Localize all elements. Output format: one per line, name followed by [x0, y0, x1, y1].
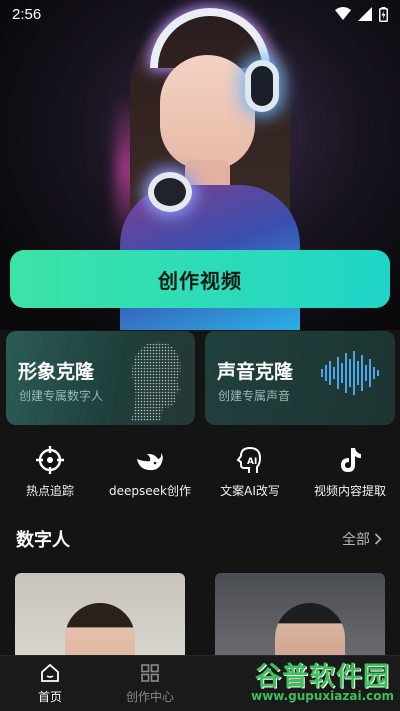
tab-home[interactable]: 首页	[0, 656, 100, 711]
create-video-label: 创作视频	[158, 270, 242, 293]
card-subtitle: 创建专属声音	[218, 389, 291, 403]
watermark-title: 谷普软件园	[255, 662, 391, 692]
person-image	[275, 603, 345, 663]
neck-headphone	[148, 172, 192, 212]
tool-row: 热点追踪 deepseek创作 AI 文案AI改写 视频内容提取	[0, 445, 400, 499]
status-icons	[335, 6, 388, 22]
wifi-icon	[335, 7, 351, 20]
section-title: 数字人	[16, 530, 70, 551]
tab-label: 首页	[37, 690, 62, 704]
tiktok-icon	[341, 448, 361, 472]
tool-label: 视频内容提取	[313, 484, 386, 498]
svg-text:AI: AI	[247, 457, 257, 467]
see-all-label: 全部	[342, 532, 370, 548]
card-title: 形象克隆	[18, 361, 95, 383]
digital-human-thumb[interactable]	[15, 573, 185, 663]
tool-label: 热点追踪	[25, 484, 74, 498]
tool-label: 文案AI改写	[220, 484, 280, 498]
grid-icon	[141, 664, 159, 682]
status-bar: 2:56	[0, 0, 400, 28]
crosshair-icon	[36, 446, 64, 474]
signal-icon	[358, 7, 372, 21]
see-all-link[interactable]: 全部	[342, 529, 382, 549]
hero-face	[160, 55, 255, 170]
home-icon	[41, 663, 59, 682]
tab-creation-center[interactable]: 创作中心	[100, 656, 200, 711]
tool-label: deepseek创作	[109, 484, 191, 498]
card-subtitle: 创建专属数字人	[19, 389, 104, 403]
tab-label: 创作中心	[125, 690, 174, 704]
site-watermark: 谷普软件园 www.gupuxiazai.com	[251, 656, 394, 703]
tool-deepseek[interactable]: deepseek创作	[100, 445, 200, 499]
ai-head-icon: AI	[236, 446, 262, 473]
person-image	[65, 603, 135, 663]
digital-human-thumb[interactable]	[215, 573, 385, 663]
face-scan-icon	[131, 341, 181, 421]
tool-video-extract[interactable]: 视频内容提取	[300, 445, 400, 499]
battery-icon	[379, 6, 388, 22]
status-time: 2:56	[12, 5, 42, 23]
headphone-cup	[245, 60, 279, 112]
tool-ai-rewrite[interactable]: AI 文案AI改写	[200, 445, 300, 499]
whale-icon	[137, 453, 163, 471]
chevron-right-icon	[374, 533, 382, 545]
watermark-url: www.gupuxiazai.com	[251, 689, 394, 703]
card-title: 声音克隆	[217, 361, 294, 383]
voice-clone-card[interactable]: 声音克隆 创建专属声音	[205, 331, 395, 425]
avatar-clone-card[interactable]: 形象克隆 创建专属数字人	[6, 331, 195, 425]
tool-hot-tracking[interactable]: 热点追踪	[0, 445, 100, 499]
sound-wave-icon	[321, 351, 379, 395]
create-video-button[interactable]: 创作视频	[10, 250, 390, 308]
